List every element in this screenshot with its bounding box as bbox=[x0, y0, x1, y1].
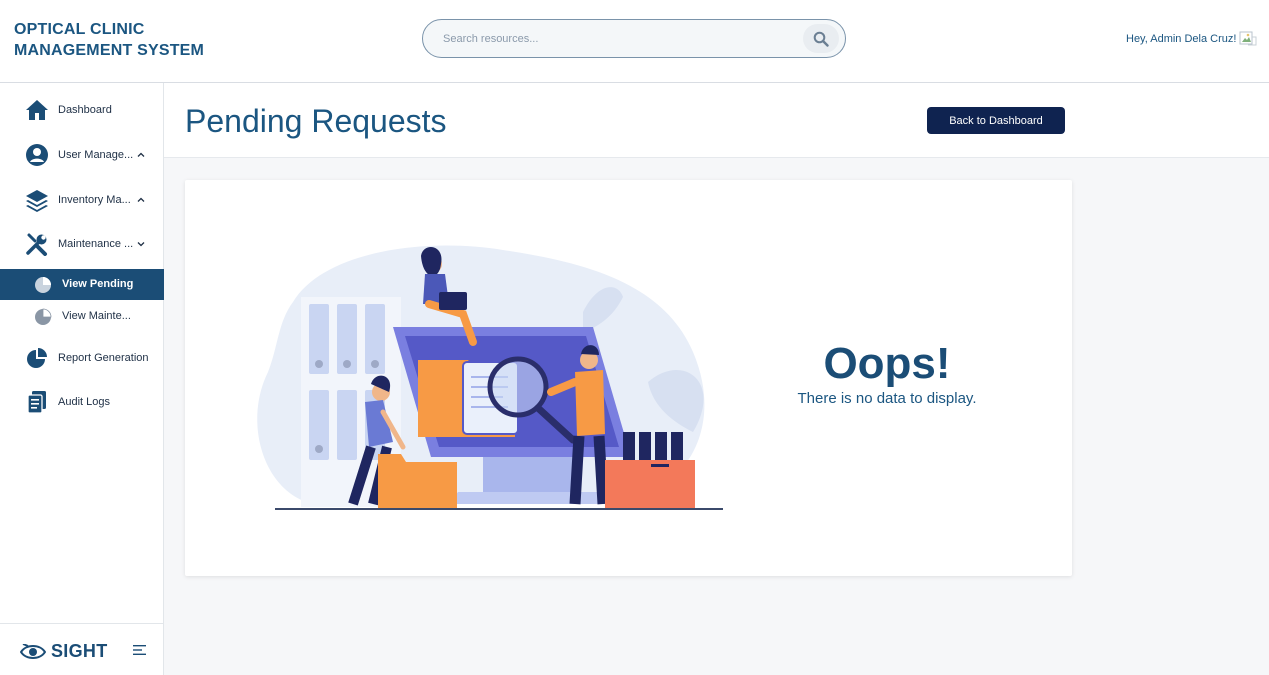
brand-line-1: OPTICAL CLINIC bbox=[14, 21, 145, 38]
sidebar: Dashboard User Manage... Inventory Ma...… bbox=[0, 83, 164, 675]
sidebar-item-user-management[interactable]: User Manage... bbox=[0, 138, 164, 172]
hamburger-icon[interactable] bbox=[133, 644, 147, 656]
home-icon bbox=[25, 98, 49, 122]
sidebar-subitem-label: View Mainte... bbox=[62, 310, 131, 322]
sidebar-item-label: Audit Logs bbox=[58, 396, 110, 408]
user-greeting[interactable]: Hey, Admin Dela Cruz! bbox=[1126, 33, 1236, 45]
chevron-up-icon[interactable] bbox=[136, 150, 146, 160]
empty-state-card: Oops! There is no data to display. bbox=[185, 180, 1072, 576]
layers-icon bbox=[25, 188, 49, 212]
sidebar-footer: SIGHT bbox=[0, 623, 164, 675]
sidebar-item-maintenance[interactable]: Maintenance ... bbox=[0, 227, 164, 261]
sidebar-item-label: Report Generation bbox=[58, 352, 149, 364]
empty-state-illustration bbox=[257, 245, 723, 510]
tools-icon bbox=[25, 232, 49, 256]
search-icon bbox=[813, 31, 829, 47]
sidebar-item-label: Maintenance ... bbox=[58, 238, 134, 250]
top-header: OPTICAL CLINIC MANAGEMENT SYSTEM Hey, Ad… bbox=[0, 0, 1269, 83]
sight-logo[interactable]: SIGHT bbox=[20, 641, 108, 662]
logo-text: SIGHT bbox=[51, 641, 108, 661]
sidebar-item-report-generation[interactable]: Report Generation bbox=[0, 341, 164, 375]
page-header: Pending Requests Back to Dashboard bbox=[164, 83, 1269, 158]
clipboard-icon bbox=[25, 390, 49, 414]
user-circle-icon bbox=[25, 143, 49, 167]
sidebar-subitem-label: View Pending bbox=[62, 278, 134, 290]
app-brand[interactable]: OPTICAL CLINIC MANAGEMENT SYSTEM bbox=[14, 19, 204, 61]
broken-image-icon[interactable] bbox=[1238, 29, 1258, 49]
chevron-down-icon[interactable] bbox=[136, 239, 146, 249]
empty-state-title: Oops! bbox=[823, 339, 951, 388]
search-bar bbox=[422, 19, 846, 58]
sidebar-item-label: Inventory Ma... bbox=[58, 194, 131, 206]
sidebar-item-inventory-management[interactable]: Inventory Ma... bbox=[0, 183, 164, 217]
chevron-up-icon[interactable] bbox=[136, 195, 146, 205]
sidebar-item-label: Dashboard bbox=[58, 104, 112, 116]
sidebar-item-dashboard[interactable]: Dashboard bbox=[0, 93, 164, 127]
sidebar-item-label: User Manage... bbox=[58, 149, 134, 161]
pie-chart-icon bbox=[25, 346, 49, 370]
pie-chart-icon bbox=[35, 277, 51, 293]
sidebar-item-audit-logs[interactable]: Audit Logs bbox=[0, 385, 164, 419]
empty-state-message: Oops! There is no data to display. bbox=[797, 339, 977, 408]
sidebar-subitem-view-maintenance[interactable]: View Mainte... bbox=[0, 301, 164, 332]
sidebar-subitem-view-pending[interactable]: View Pending bbox=[0, 269, 164, 300]
back-to-dashboard-button[interactable]: Back to Dashboard bbox=[927, 107, 1065, 134]
search-button[interactable] bbox=[803, 24, 839, 53]
eye-icon bbox=[20, 643, 46, 659]
brand-line-2: MANAGEMENT SYSTEM bbox=[14, 42, 205, 59]
search-input[interactable] bbox=[443, 29, 783, 49]
pie-chart-icon bbox=[35, 308, 52, 325]
empty-state-text: There is no data to display. bbox=[797, 390, 977, 407]
page-title: Pending Requests bbox=[185, 103, 447, 139]
